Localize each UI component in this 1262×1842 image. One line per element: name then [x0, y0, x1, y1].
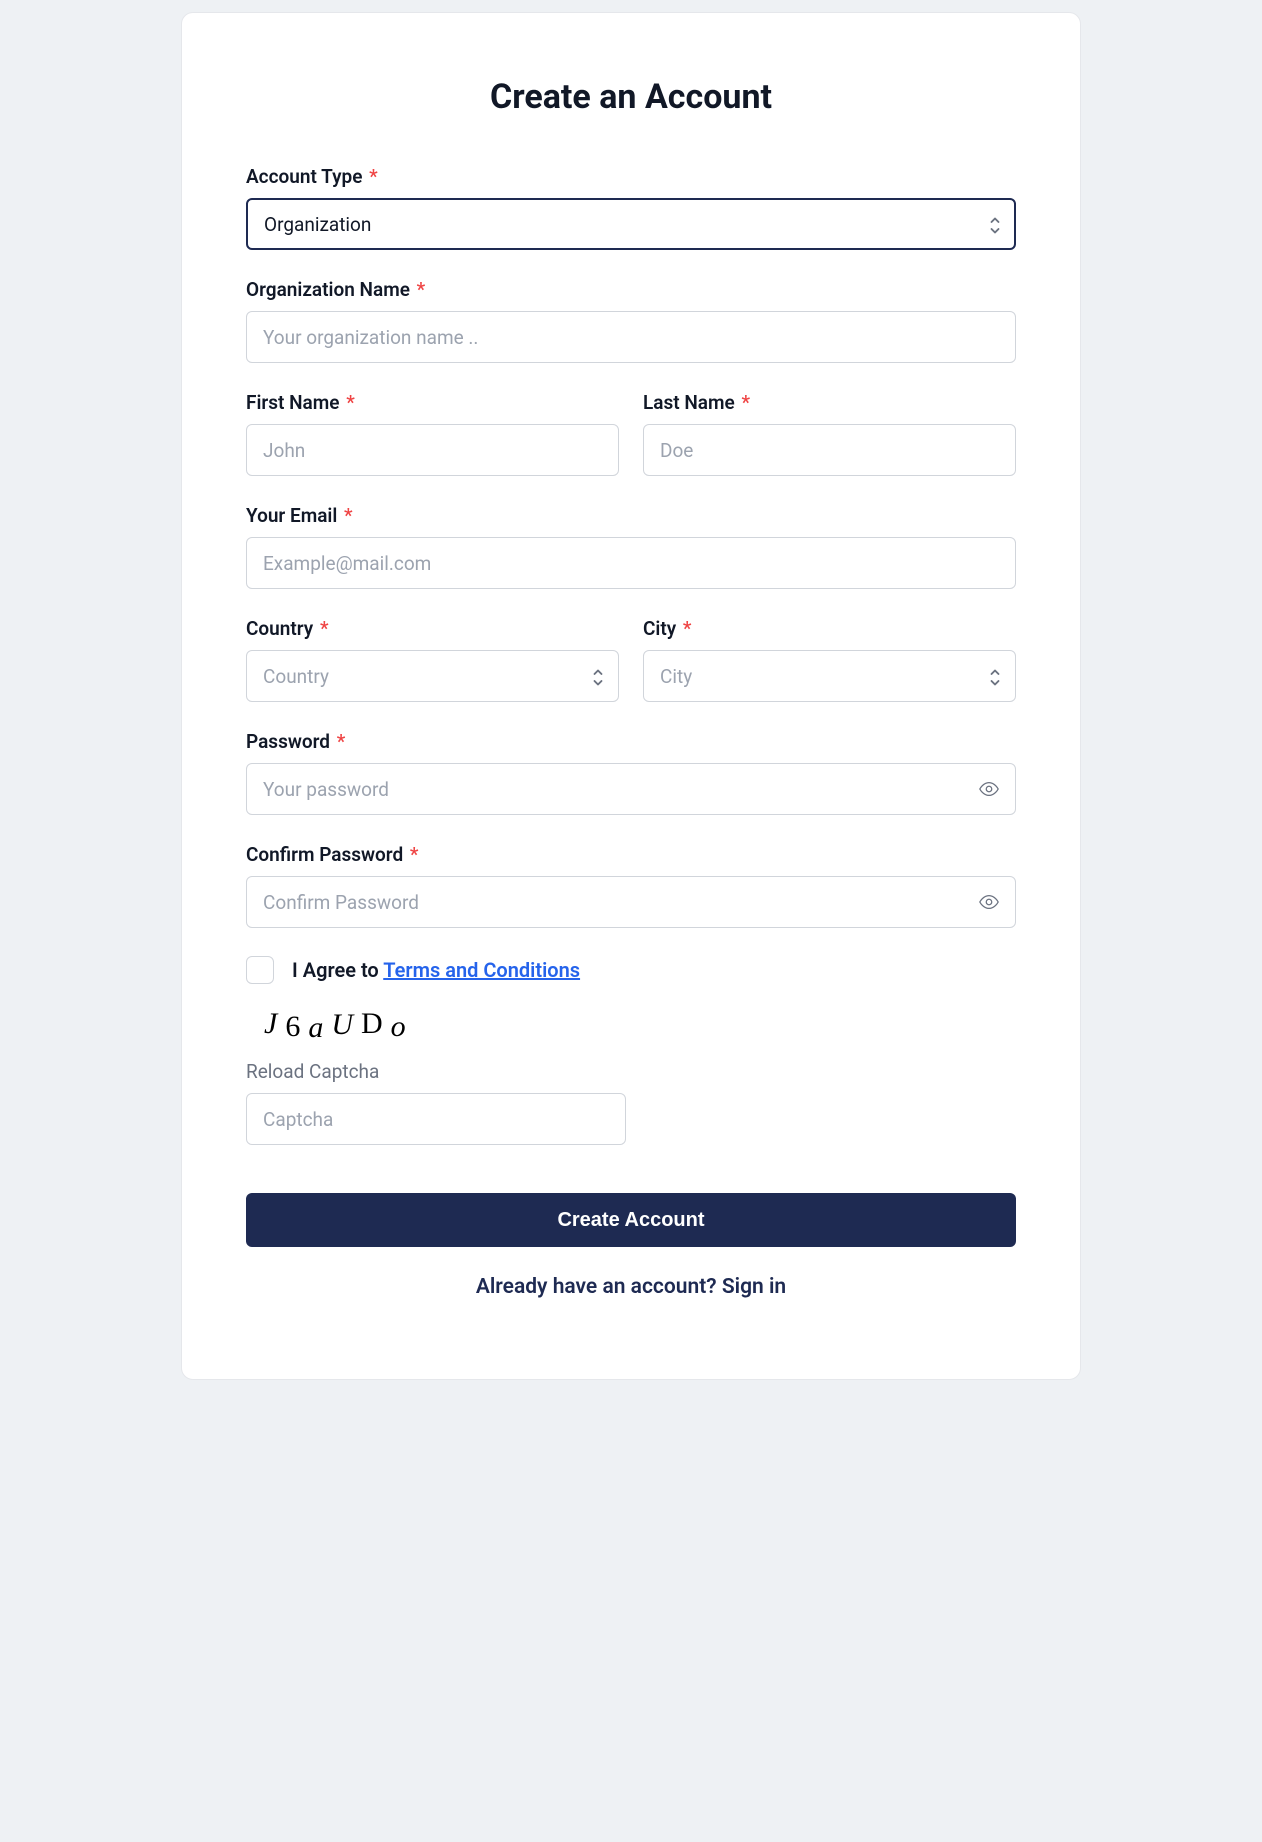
field-confirm-password: Confirm Password * [246, 843, 1016, 928]
required-mark: * [344, 504, 353, 527]
password-wrap [246, 763, 1016, 815]
reload-captcha-label[interactable]: Reload Captcha [246, 1060, 1016, 1083]
agree-row: I Agree to Terms and Conditions [246, 956, 1016, 984]
account-type-select[interactable]: Organization [246, 198, 1016, 250]
country-select[interactable]: Country [246, 650, 619, 702]
label-org-name: Organization Name * [246, 278, 1016, 301]
label-text: City [643, 617, 676, 640]
terms-link[interactable]: Terms and Conditions [383, 958, 580, 982]
email-input[interactable] [246, 537, 1016, 589]
required-mark: * [320, 617, 329, 640]
confirm-password-input[interactable] [246, 876, 1016, 928]
label-email: Your Email * [246, 504, 1016, 527]
required-mark: * [741, 391, 750, 414]
city-select[interactable]: City [643, 650, 1016, 702]
required-mark: * [346, 391, 355, 414]
signin-link[interactable]: Sign in [722, 1275, 786, 1299]
field-first-name: First Name * [246, 391, 619, 476]
select-wrap-country: Country [246, 650, 619, 702]
first-name-input[interactable] [246, 424, 619, 476]
label-password: Password * [246, 730, 1016, 753]
captcha-image: J6aUDo [264, 1008, 1016, 1042]
label-text: Your Email [246, 504, 337, 527]
label-country: Country * [246, 617, 619, 640]
eye-icon[interactable] [978, 891, 1000, 913]
agree-checkbox[interactable] [246, 956, 274, 984]
label-text: First Name [246, 391, 339, 414]
signin-row: Already have an account? Sign in [246, 1275, 1016, 1299]
required-mark: * [337, 730, 346, 753]
label-text: Confirm Password [246, 843, 403, 866]
label-confirm-password: Confirm Password * [246, 843, 1016, 866]
confirm-password-wrap [246, 876, 1016, 928]
required-mark: * [683, 617, 692, 640]
captcha-input[interactable] [246, 1093, 626, 1145]
row-location: Country * Country City * City [246, 617, 1016, 730]
org-name-input[interactable] [246, 311, 1016, 363]
label-first-name: First Name * [246, 391, 619, 414]
required-mark: * [369, 165, 378, 188]
required-mark: * [410, 843, 419, 866]
select-wrap-account-type: Organization [246, 198, 1016, 250]
agree-text: I Agree to Terms and Conditions [292, 958, 580, 982]
label-text: Password [246, 730, 330, 753]
field-country: Country * Country [246, 617, 619, 702]
create-account-button[interactable]: Create Account [246, 1193, 1016, 1247]
field-email: Your Email * [246, 504, 1016, 589]
label-city: City * [643, 617, 1016, 640]
field-city: City * City [643, 617, 1016, 702]
eye-icon[interactable] [978, 778, 1000, 800]
signup-card: Create an Account Account Type * Organiz… [181, 12, 1081, 1380]
last-name-input[interactable] [643, 424, 1016, 476]
label-account-type: Account Type * [246, 165, 1016, 188]
label-last-name: Last Name * [643, 391, 1016, 414]
label-text: Organization Name [246, 278, 410, 301]
row-name: First Name * Last Name * [246, 391, 1016, 504]
field-account-type: Account Type * Organization [246, 165, 1016, 250]
page-title: Create an Account [246, 77, 1016, 117]
select-wrap-city: City [643, 650, 1016, 702]
field-password: Password * [246, 730, 1016, 815]
field-last-name: Last Name * [643, 391, 1016, 476]
signin-prefix: Already have an account? [476, 1275, 722, 1299]
password-input[interactable] [246, 763, 1016, 815]
label-text: Country [246, 617, 313, 640]
required-mark: * [417, 278, 426, 301]
label-text: Last Name [643, 391, 735, 414]
agree-prefix: I Agree to [292, 958, 383, 982]
label-text: Account Type [246, 165, 362, 188]
field-org-name: Organization Name * [246, 278, 1016, 363]
